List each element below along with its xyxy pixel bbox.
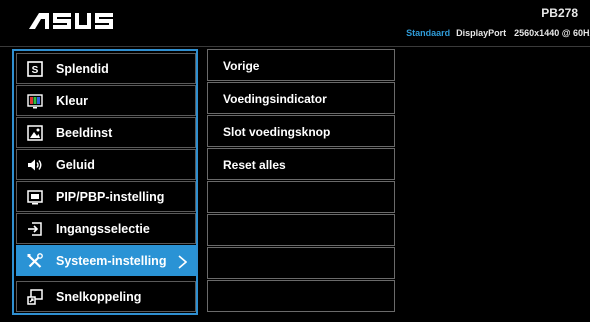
wrench-screwdriver-icon	[27, 253, 43, 268]
submenu-item-label: Reset alles	[223, 158, 286, 172]
menu-item-label: Geluid	[56, 158, 95, 172]
speaker-icon	[28, 159, 42, 171]
menu-item-beeldinst[interactable]: Beeldinst	[16, 117, 196, 148]
menu-item-splendid[interactable]: S Splendid	[16, 53, 196, 84]
image-icon	[27, 125, 43, 141]
input-port: DisplayPort	[456, 28, 507, 38]
menu-item-label: Splendid	[56, 62, 109, 76]
menu-item-label: Beeldinst	[56, 126, 113, 140]
shortcut-icon	[27, 289, 43, 305]
submenu-item-empty	[207, 214, 395, 246]
submenu-item-reset-alles[interactable]: Reset alles	[207, 148, 395, 180]
asus-logo	[29, 13, 113, 29]
input-select-icon	[28, 222, 42, 236]
menu-item-label: Systeem-instelling	[56, 254, 167, 268]
submenu-item-voedingsindicator[interactable]: Voedingsindicator	[207, 82, 395, 114]
menu-item-systeem-instelling[interactable]: Systeem-instelling	[16, 245, 196, 276]
pip-icon	[27, 190, 43, 205]
submenu-item-slot-voedingsknop[interactable]: Slot voedingsknop	[207, 115, 395, 147]
submenu-item-label: Vorige	[223, 59, 260, 73]
submenu: Vorige Voedingsindicator Slot voedingskn…	[207, 49, 395, 315]
splendid-s-icon: S	[27, 61, 43, 77]
submenu-item-empty	[207, 181, 395, 213]
menu-item-label: Ingangsselectie	[56, 222, 150, 236]
menu-item-snelkoppeling[interactable]: Snelkoppeling	[16, 281, 196, 312]
header-divider	[0, 46, 590, 47]
osd-header: PB278 Standaard DisplayPort 2560x1440 @ 60…	[0, 0, 590, 46]
resolution: 2560x1440 @ 60Hz	[514, 28, 590, 38]
main-menu: S Splendid Kleur Beeldinst Geluid PIP/PB…	[12, 49, 198, 315]
model-name: PB278	[541, 6, 578, 20]
status-line: Standaard DisplayPort 2560x1440 @ 60Hz	[406, 28, 590, 38]
splendid-mode: Standaard	[406, 28, 451, 38]
menu-item-kleur[interactable]: Kleur	[16, 85, 196, 116]
chevron-right-icon	[178, 255, 187, 269]
menu-item-pip-pbp[interactable]: PIP/PBP-instelling	[16, 181, 196, 212]
menu-item-label: Snelkoppeling	[56, 290, 142, 304]
submenu-item-vorige[interactable]: Vorige	[207, 49, 395, 81]
svg-text:S: S	[32, 65, 39, 76]
menu-item-label: PIP/PBP-instelling	[56, 190, 165, 204]
color-icon	[27, 94, 43, 109]
submenu-item-empty	[207, 247, 395, 279]
submenu-item-label: Voedingsindicator	[223, 92, 327, 106]
submenu-item-empty	[207, 280, 395, 312]
menu-item-ingangsselectie[interactable]: Ingangsselectie	[16, 213, 196, 244]
submenu-item-label: Slot voedingsknop	[223, 125, 331, 139]
osd-window: PB278 Standaard DisplayPort 2560x1440 @ 60…	[0, 0, 590, 322]
menu-item-geluid[interactable]: Geluid	[16, 149, 196, 180]
menu-item-label: Kleur	[56, 94, 88, 108]
